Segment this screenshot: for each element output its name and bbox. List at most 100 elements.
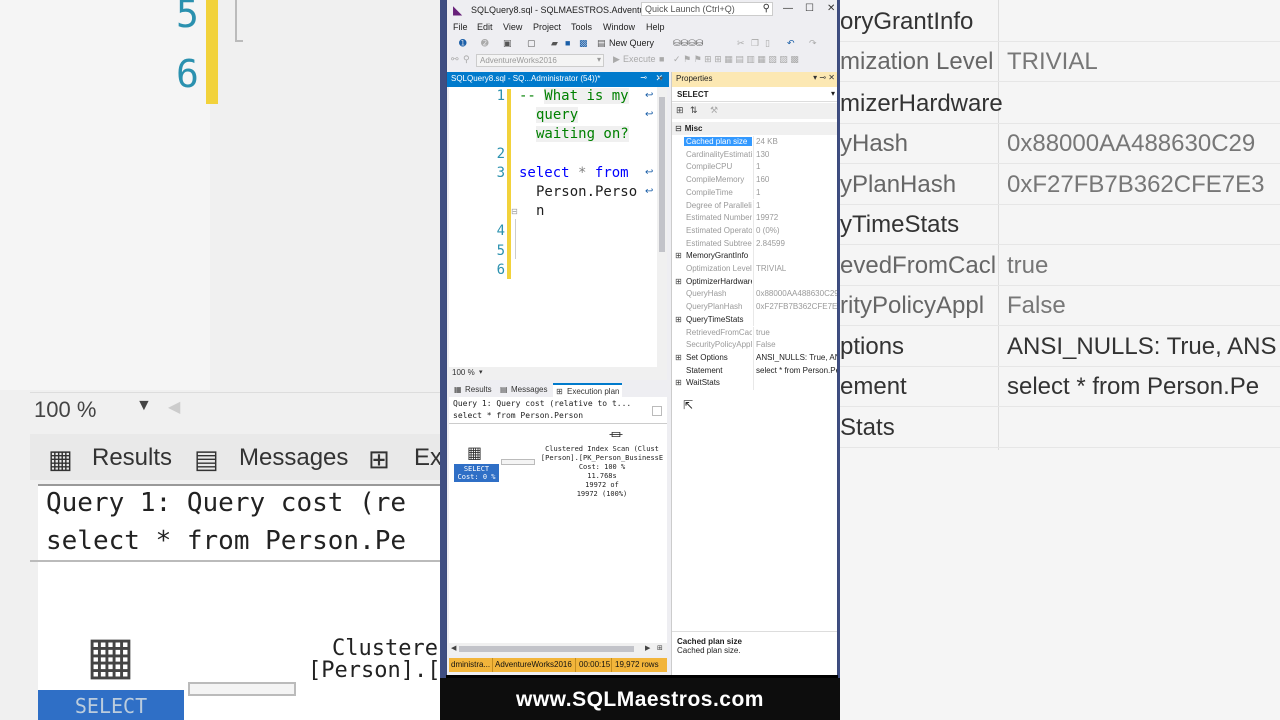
- add-item-icon[interactable]: ▢: [527, 38, 536, 49]
- property-name: CompileCPU: [686, 162, 733, 172]
- property-row[interactable]: Degree of Parallelis 1: [672, 199, 837, 213]
- menu-window[interactable]: Window: [603, 22, 635, 32]
- copy-icon[interactable]: ❐: [751, 38, 759, 49]
- property-row[interactable]: QueryHash 0x88000AA488630C29: [672, 288, 837, 302]
- tab-results[interactable]: ▦ Results: [451, 383, 495, 397]
- collapse-icon[interactable]: ⊟: [675, 124, 682, 133]
- property-value: 0 (0%): [756, 225, 780, 235]
- property-row[interactable]: RetrievedFromCacl true: [672, 326, 837, 340]
- property-row[interactable]: ⊞ OptimizerHardware: [672, 275, 837, 289]
- plan-header-checkbox[interactable]: [652, 406, 662, 416]
- property-separator: [753, 275, 754, 289]
- property-row[interactable]: QueryPlanHash 0xF27FB7B362CFE7E3: [672, 301, 837, 314]
- property-row[interactable]: Cached plan size 24 KB: [672, 136, 837, 149]
- property-row[interactable]: ⊞ Set Options ANSI_NULLS: True, ANS: [672, 351, 837, 365]
- database-select[interactable]: AdventureWorks2016 ▾: [476, 54, 604, 67]
- forward-icon[interactable]: ➋: [481, 38, 489, 49]
- close-button[interactable]: ✕: [827, 3, 835, 14]
- menu-tools[interactable]: Tools: [571, 22, 592, 32]
- property-row[interactable]: ⊞ MemoryGrantInfo: [672, 250, 837, 263]
- execute-icon[interactable]: ▶: [613, 54, 620, 65]
- scroll-thumb[interactable]: [459, 646, 634, 652]
- chevron-down-icon[interactable]: ▾: [831, 89, 835, 98]
- property-row[interactable]: Estimated Subtree 2.84599: [672, 237, 837, 251]
- property-row[interactable]: Optimization Level TRIVIAL: [672, 263, 837, 276]
- scroll-right-icon[interactable]: ▶: [645, 644, 650, 652]
- alphabetical-icon[interactable]: ⇅: [690, 105, 698, 116]
- property-name: QueryTimeStats: [686, 314, 744, 324]
- undo-icon[interactable]: ↶: [787, 38, 795, 49]
- property-row[interactable]: ⊞ WaitStats: [672, 377, 837, 390]
- save-all-icon[interactable]: ▩: [579, 38, 588, 49]
- bg-result-tabs: ▦ Results ▤ Messages ⊞ Ex: [30, 434, 440, 480]
- property-value: False: [756, 340, 776, 350]
- tab-execution-plan[interactable]: ⊞ Execution plan: [553, 383, 623, 397]
- scroll-thumb[interactable]: [659, 97, 665, 252]
- categorized-icon[interactable]: ⊞: [676, 105, 684, 116]
- expand-icon[interactable]: ⊞: [675, 353, 682, 362]
- category-misc[interactable]: ⊟ Misc: [672, 122, 837, 135]
- editor-zoom[interactable]: 100 % ▾: [449, 367, 667, 380]
- query-tab[interactable]: SQLQuery8.sql - SQ...Administrator (54))…: [447, 72, 669, 87]
- query-editor[interactable]: 1 2 3 4 5 6 -- What is my query waiting …: [449, 87, 667, 367]
- expand-icon[interactable]: ⊞: [675, 378, 682, 387]
- property-row[interactable]: CompileTime 1: [672, 186, 837, 200]
- tab-messages[interactable]: ▤ Messages: [497, 383, 550, 397]
- expand-icon[interactable]: ⊞: [675, 315, 682, 324]
- select-node[interactable]: SELECT Cost: 0 %: [454, 464, 499, 482]
- plan-query-text: select * from Person.Person: [453, 411, 584, 420]
- chevron-down-icon[interactable]: ▾: [479, 368, 483, 376]
- menu-project[interactable]: Project: [533, 22, 561, 32]
- new-project-icon[interactable]: ▣: [503, 38, 512, 49]
- property-name: Cached plan size: [684, 137, 752, 146]
- menu-help[interactable]: Help: [646, 22, 665, 32]
- maximize-button[interactable]: ☐: [805, 3, 814, 14]
- line-number: 2: [496, 146, 505, 162]
- property-row[interactable]: SecurityPolicyAppl False: [672, 339, 837, 352]
- connect-icon[interactable]: ⚯: [451, 54, 459, 65]
- new-query-icon[interactable]: ▤: [597, 38, 606, 49]
- plan-horizontal-scrollbar[interactable]: ◀ ▶ ⊞: [449, 643, 667, 655]
- property-pages-icon[interactable]: ⚒: [710, 105, 718, 116]
- expand-icon[interactable]: ⊞: [675, 277, 682, 286]
- new-query-button[interactable]: New Query: [609, 38, 654, 48]
- property-row[interactable]: Estimated Number 19972: [672, 212, 837, 225]
- save-icon[interactable]: ■: [565, 38, 570, 48]
- pane-buttons[interactable]: ▾ ⊸ ✕: [813, 73, 835, 82]
- scan-node[interactable]: Clustered Index Scan (Clust [Person].[PK…: [537, 445, 667, 499]
- quick-launch-input[interactable]: Quick Launch (Ctrl+Q) ⚲: [641, 2, 773, 16]
- change-connection-icon[interactable]: ⚲: [463, 54, 470, 65]
- select-operator-icon[interactable]: ▦: [467, 443, 482, 463]
- expand-icon[interactable]: ⊞: [675, 251, 682, 260]
- clustered-index-scan-icon[interactable]: ⏛: [609, 425, 623, 445]
- property-name: WaitStats: [686, 378, 720, 388]
- pin-icon[interactable]: ⊸: [640, 73, 647, 82]
- editor-vertical-scrollbar[interactable]: [657, 87, 667, 367]
- property-row[interactable]: Statement select * from Person.Pe: [672, 364, 837, 378]
- parse-icon[interactable]: ✓ ⚑ ⚑ ⊞ ⊞ ▦ ▤ ▥ ▦ ▧ ▨ ▩: [673, 54, 799, 65]
- stop-icon[interactable]: ■: [659, 54, 664, 64]
- scroll-left-icon[interactable]: ◀: [451, 644, 456, 652]
- redo-icon[interactable]: ↷: [809, 38, 817, 49]
- db-query-icon[interactable]: ⛁⛁⛁⛁: [673, 38, 703, 49]
- property-row[interactable]: CompileCPU 1: [672, 161, 837, 175]
- minimize-button[interactable]: —: [783, 3, 793, 14]
- menu-edit[interactable]: Edit: [477, 22, 493, 32]
- property-row[interactable]: Estimated Operator 0 (0%): [672, 224, 837, 238]
- property-row[interactable]: CompileMemory 160: [672, 174, 837, 187]
- execute-button[interactable]: Execute: [623, 54, 656, 64]
- menu-file[interactable]: File: [453, 22, 468, 32]
- property-row[interactable]: ⊞ QueryTimeStats: [672, 313, 837, 327]
- paste-icon[interactable]: ▯: [765, 38, 770, 49]
- collapse-icon[interactable]: ⊟: [511, 207, 518, 216]
- property-row[interactable]: CardinalityEstimati 130: [672, 148, 837, 162]
- menu-view[interactable]: View: [503, 22, 522, 32]
- tab-dropdown-icon[interactable]: ▾: [659, 74, 663, 83]
- grid-icon: ▦: [454, 385, 462, 394]
- back-icon[interactable]: ➊: [459, 38, 467, 49]
- open-file-icon[interactable]: ▰: [551, 38, 558, 49]
- cut-icon[interactable]: ✂: [737, 38, 745, 49]
- object-selector[interactable]: SELECT ▾: [672, 87, 837, 102]
- status-database: AdventureWorks2016: [495, 660, 572, 669]
- expand-icon[interactable]: ⊞: [657, 644, 663, 652]
